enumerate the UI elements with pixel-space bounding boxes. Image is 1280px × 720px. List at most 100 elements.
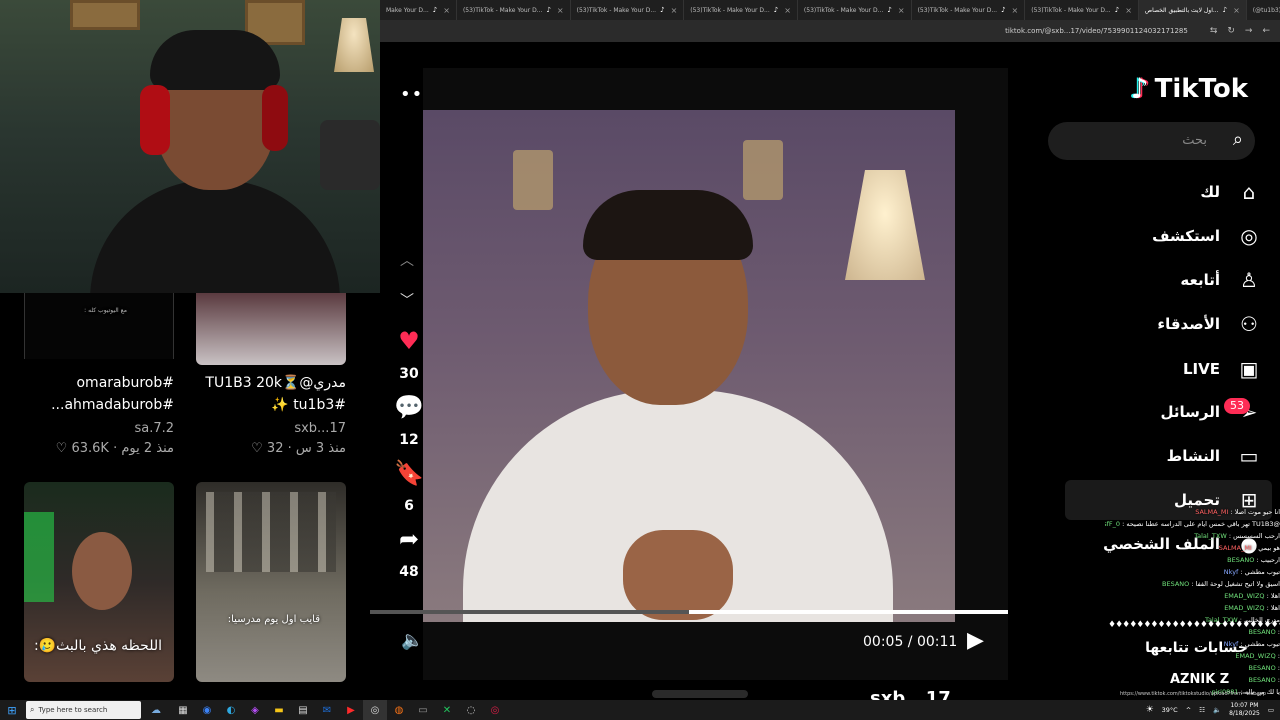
play-icon[interactable]: ▶ xyxy=(967,628,984,653)
tab-close-icon[interactable]: × xyxy=(898,6,905,15)
widget-icon[interactable]: ☁ xyxy=(141,700,171,720)
url-text[interactable]: tiktok.com/@sxb...17/video/7539901124032… xyxy=(1005,27,1188,35)
chat-message: انا حيو موت اصلا : SALMA_MI xyxy=(1195,508,1280,516)
progress-bar[interactable] xyxy=(370,610,1008,614)
video-caption[interactable]: #omaraburob #ahmadaburob... xyxy=(24,372,174,416)
tab-close-icon[interactable]: × xyxy=(1012,6,1019,15)
sidebar-item-following[interactable]: أتابعه ♙ xyxy=(1062,260,1262,300)
sidebar-item-label: أتابعه xyxy=(1180,271,1220,289)
task-view-icon[interactable]: ▦ xyxy=(171,700,195,720)
video-thumbnail[interactable]: مع اليوتيوب كله : xyxy=(24,293,174,359)
chat-message: هو بيمي : SALMA_MI xyxy=(1218,544,1280,552)
sidebar-item-activity[interactable]: النشاط ▭ xyxy=(1062,436,1262,476)
tab-close-icon[interactable]: × xyxy=(784,6,791,15)
terminal-icon[interactable]: ▭ xyxy=(411,700,435,720)
volume-icon[interactable]: 🔈 xyxy=(401,630,423,651)
chrome-icon[interactable]: ◍ xyxy=(387,700,411,720)
network-icon[interactable]: ☷ xyxy=(1199,706,1205,714)
taskbar-search-input[interactable]: ⌕ Type here to search xyxy=(26,701,141,719)
app-icon[interactable]: ◎ xyxy=(483,700,507,720)
weather-icon[interactable]: ☀ xyxy=(1146,705,1154,715)
outlook-icon[interactable]: ✉ xyxy=(315,700,339,720)
caption-line: #omaraburob xyxy=(76,375,174,391)
sidebar-item-live[interactable]: LIVE ▣ xyxy=(1062,349,1262,389)
author-handle[interactable]: sxb...17 xyxy=(196,421,346,436)
xbox-icon[interactable]: ✕ xyxy=(435,700,459,720)
reload-icon[interactable]: ↻ xyxy=(1227,26,1235,36)
tiktok-favicon-icon: ♪ xyxy=(1222,6,1228,14)
obs-icon[interactable]: ◎ xyxy=(363,700,387,720)
chat-text: اهلا xyxy=(1270,592,1280,600)
thumbnail-text: مع اليوتيوب كله : xyxy=(84,307,127,314)
weather-temp[interactable]: 39°C xyxy=(1162,706,1178,714)
sidebar-item-label: لك xyxy=(1200,183,1220,201)
video-frame[interactable] xyxy=(423,110,955,622)
scroll-handle[interactable] xyxy=(652,690,748,698)
file-explorer-icon[interactable]: ▬ xyxy=(267,700,291,720)
windows-start-icon[interactable]: ⊞ xyxy=(0,700,24,720)
tab-close-icon[interactable]: × xyxy=(443,6,450,15)
sidebar-item-friends[interactable]: الأصدقاء ⚇ xyxy=(1062,304,1262,344)
wall-lamp xyxy=(334,18,374,72)
chat-username: EMAD_WIZQ xyxy=(1224,592,1265,600)
copilot-icon[interactable]: ◉ xyxy=(195,700,219,720)
chat-username: Talal_TXW xyxy=(1194,532,1227,540)
author-handle[interactable]: sa.7.2 xyxy=(24,421,174,436)
video-thumbnail[interactable] xyxy=(196,293,346,365)
browser-tab[interactable]: (53)TikTok - Make Your D... ♪ × xyxy=(912,0,1026,20)
browser-tab[interactable]: (53)TikTok - Make Your D... ♪ × xyxy=(798,0,912,20)
chat-text: ارحب السسسس xyxy=(1233,532,1280,540)
chat-username: SALMA_MI xyxy=(1195,508,1229,516)
browser-tab[interactable]: (53)TikTok - Make Your D... ♪ × xyxy=(684,0,798,20)
tray-chevron-icon[interactable]: ^ xyxy=(1186,706,1191,714)
live-icon: ▣ xyxy=(1239,357,1259,381)
video-caption[interactable]: مدري@⏳TU1B3 20k #tu1b3 ✨ xyxy=(196,372,346,416)
green-light xyxy=(24,512,54,602)
clock-time: 10:07 PM xyxy=(1230,702,1259,709)
sidebar-item-label: الرسائل xyxy=(1160,403,1220,421)
tab-label: (@tu1b3) | TikTok(53) ✨ xyxy=(1252,6,1280,14)
browser-tab[interactable]: (53)TikTok - Make Your D... ♪ × xyxy=(571,0,685,20)
youtube-icon[interactable]: ▶ xyxy=(339,700,363,720)
chat-separator: ♦♦♦♦♦♦♦♦♦♦♦♦♦♦♦♦♦♦♦♦♦♦♦♦♦♦♦♦♦♦♦♦♦ xyxy=(1108,620,1280,630)
browser-tab[interactable]: Make Your D... ♪ × xyxy=(380,0,457,20)
sidebar-item-label: LIVE xyxy=(1183,360,1220,378)
streamer-shirt xyxy=(90,180,340,293)
back-icon[interactable]: ← xyxy=(1262,26,1270,36)
sidebar-item-foryou[interactable]: لك ⌂ xyxy=(1062,172,1262,212)
screen: Make Your D... ♪ × (53)TikTok - Make Your D… xyxy=(0,0,1280,720)
share-icon[interactable]: ⇆ xyxy=(1210,26,1218,36)
app-icon[interactable]: ◈ xyxy=(243,700,267,720)
store-icon[interactable]: ▤ xyxy=(291,700,315,720)
thumbnail-text: اللحظه هذي بالبث🥲: xyxy=(34,638,162,654)
sidebar-item-explore[interactable]: استكشف ◎ xyxy=(1062,216,1262,256)
volume-icon[interactable]: 🔈 xyxy=(1213,706,1221,714)
tab-close-icon[interactable]: × xyxy=(671,6,678,15)
video-player[interactable]: 🔈 00:05 / 00:11 ▶ xyxy=(370,68,1008,680)
search-input[interactable]: بحث ⌕ xyxy=(1048,122,1255,160)
wall-sconce xyxy=(743,140,783,200)
browser-tab[interactable]: (@tu1b3) | TikTok(53) ✨♪× xyxy=(1247,0,1280,20)
chat-text: تيوب مطشي xyxy=(1244,640,1280,648)
address-bar[interactable]: tiktok.com/@sxb...17/video/7539901124032… xyxy=(380,20,1280,42)
tiktok-logo[interactable]: ♪ TikTok xyxy=(1131,72,1248,105)
browser-tab[interactable]: اول لايت بالتطبيق الخصاص... ♪ × xyxy=(1138,0,1247,20)
tab-close-icon[interactable]: × xyxy=(557,6,564,15)
caption-line: #tu1b3 ✨ xyxy=(271,397,346,413)
sidebar-item-label: الأصدقاء xyxy=(1157,315,1220,333)
browser-tab[interactable]: (53)TikTok - Make Your D... ♪ × xyxy=(457,0,571,20)
video-thumbnail[interactable]: اللحظه هذي بالبث🥲: xyxy=(24,482,174,682)
tab-close-icon[interactable]: × xyxy=(1233,6,1240,15)
browser-tab[interactable]: (53)TikTok - Make Your D... ♪ × xyxy=(1025,0,1139,20)
notification-icon[interactable]: ▭ xyxy=(1268,706,1274,714)
browser-icon[interactable]: ◌ xyxy=(459,700,483,720)
clock[interactable]: 10:07 PM 8/18/2025 xyxy=(1229,702,1260,718)
webcam-overlay xyxy=(0,0,380,293)
forward-icon[interactable]: → xyxy=(1245,26,1253,36)
edge-icon[interactable]: ◐ xyxy=(219,700,243,720)
tab-close-icon[interactable]: × xyxy=(1125,6,1132,15)
video-thumbnail[interactable]: قايب اول يوم مدرسيا: xyxy=(196,482,346,682)
search-icon[interactable]: ⌕ xyxy=(1233,129,1243,150)
chat-username: ssfF_0 xyxy=(1105,520,1121,528)
headset-right xyxy=(262,85,288,151)
